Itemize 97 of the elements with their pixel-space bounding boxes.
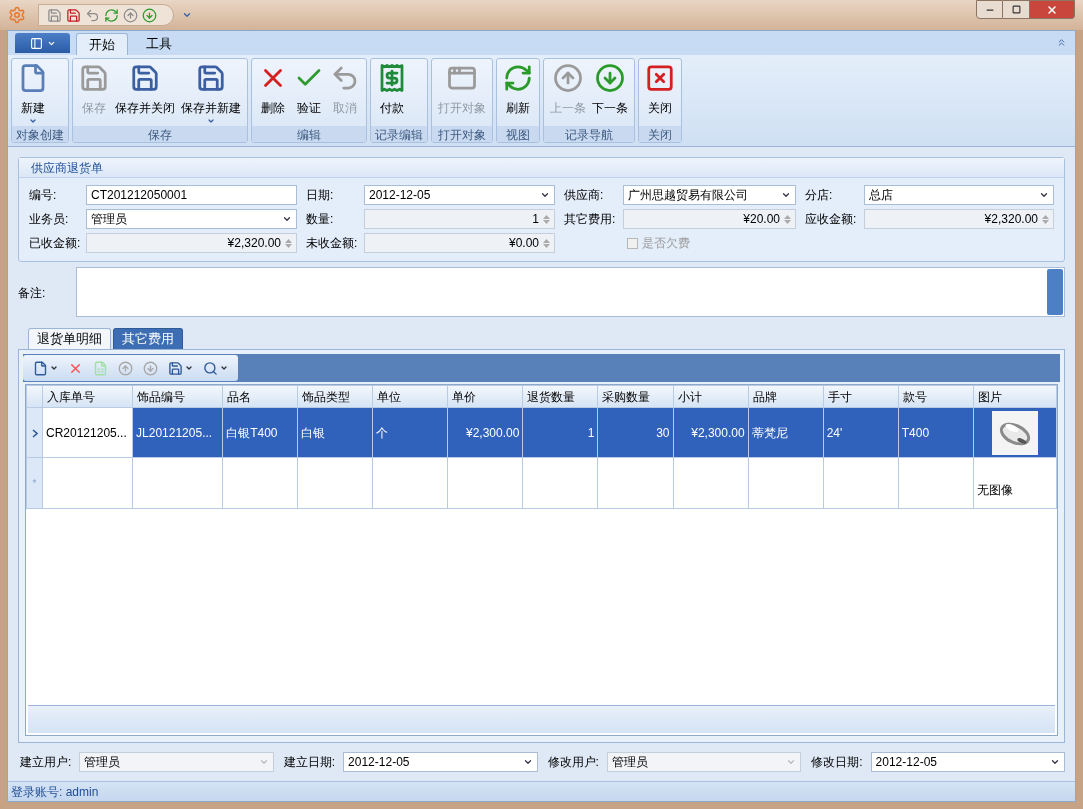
close-icon xyxy=(645,63,675,93)
table-cell: ¥2,300.00 xyxy=(466,425,520,440)
caret-icon xyxy=(207,117,215,125)
new-row-marker: * xyxy=(32,477,37,489)
ribbon-button[interactable]: 新建 xyxy=(15,59,51,126)
maximize-icon xyxy=(1011,5,1021,14)
ribbon-button[interactable]: 保存并新建 xyxy=(178,59,244,126)
caret-icon xyxy=(220,364,228,372)
column-header[interactable]: 品牌 xyxy=(748,385,824,408)
group-caption: 保存 xyxy=(73,126,247,142)
ribbon-button[interactable]: 下一条 xyxy=(589,59,631,126)
dropdown-field[interactable]: 2012-12-05 xyxy=(870,752,1065,772)
group-caption: 对象创建 xyxy=(12,126,68,142)
form-title: 供应商退货单 xyxy=(31,159,103,177)
app-logo-icon[interactable] xyxy=(8,6,26,24)
column-header[interactable]: 单价 xyxy=(447,385,523,408)
column-header[interactable]: 饰品类型 xyxy=(297,385,373,408)
field-label: 修改日期: xyxy=(811,754,863,771)
column-header[interactable]: 品名 xyxy=(222,385,298,408)
field-label: 数量: xyxy=(305,211,335,228)
checkbox-label: 是否欠费 xyxy=(642,235,690,252)
table-cell: 24' xyxy=(826,425,843,440)
table-cell: 白银 xyxy=(301,425,326,440)
field-label: 建立日期: xyxy=(283,754,336,771)
tab[interactable]: 其它费用 xyxy=(113,328,183,349)
table-cell: 蒂梵尼 xyxy=(751,425,788,440)
input-field[interactable]: 管理员 xyxy=(86,209,297,229)
panel-icon xyxy=(29,36,43,50)
minimize-button[interactable] xyxy=(976,0,1003,19)
column-header[interactable]: 款号 xyxy=(898,385,974,408)
table-cell: 无图像 xyxy=(976,483,1013,497)
scrollbar[interactable] xyxy=(1047,269,1063,315)
caret-icon xyxy=(185,364,193,372)
ribbon-button[interactable]: 付款 xyxy=(374,59,410,126)
input-field[interactable]: CT201212050001 xyxy=(86,185,297,205)
field-label: 其它费用: xyxy=(563,211,617,228)
column-header[interactable]: 退货数量 xyxy=(522,385,598,408)
table-cell: 30 xyxy=(656,425,670,440)
new-file-icon xyxy=(33,360,48,376)
ribbon-button[interactable]: 刷新 xyxy=(500,59,536,126)
field-label: 分店: xyxy=(804,187,834,204)
table-cell: 1 xyxy=(587,425,595,440)
input-field[interactable]: 2012-12-05 xyxy=(364,185,555,205)
search-icon xyxy=(203,360,218,376)
field-label: 已收金额: xyxy=(29,235,82,252)
refresh-icon xyxy=(503,63,533,93)
sheet-icon xyxy=(93,360,108,376)
ribbon-tab[interactable]: 开始 xyxy=(76,33,128,55)
field-label: 业务员: xyxy=(29,211,70,228)
table-cell: ¥2,300.00 xyxy=(691,425,745,440)
ribbon-button[interactable]: 删除 xyxy=(255,59,291,126)
table-cell: JL20121205... xyxy=(136,425,213,440)
collapse-ribbon-icon[interactable] xyxy=(1056,37,1067,48)
input-field[interactable]: 广州思越贸易有限公司 xyxy=(623,185,796,205)
caret-icon xyxy=(29,117,37,125)
field-label: 编号: xyxy=(29,187,58,204)
tab[interactable]: 退货单明细 xyxy=(28,328,111,349)
column-header[interactable]: 饰品编号 xyxy=(132,385,223,408)
dropdown-field[interactable]: 2012-12-05 xyxy=(343,752,538,772)
field-label: 供应商: xyxy=(563,187,605,204)
column-header[interactable]: 手寸 xyxy=(823,385,899,408)
status-text: 登录账号: admin xyxy=(11,783,99,801)
group-caption: 打开对象 xyxy=(432,126,492,142)
group-caption: 记录编辑 xyxy=(371,126,427,142)
memo-field[interactable] xyxy=(76,267,1065,317)
group-caption: 视图 xyxy=(497,126,539,142)
caret-icon xyxy=(50,364,58,372)
group-caption: 编辑 xyxy=(252,126,366,142)
close-button[interactable] xyxy=(1030,0,1075,19)
row-pointer-icon xyxy=(31,428,38,438)
column-header[interactable]: 图片 xyxy=(973,385,1057,408)
table-cell: T400 xyxy=(901,425,930,440)
table-cell: 个 xyxy=(376,425,389,440)
table-cell: CR20121205... xyxy=(46,425,127,440)
ribbon-tab[interactable]: 工具 xyxy=(134,33,184,55)
table-row[interactable]: CR20121205... JL20121205... 白银T400 白银 个 ¥2,300.00 1 30 ¥2,300.00 蒂梵尼 24' T400 xyxy=(26,407,1057,458)
table-cell: 白银T400 xyxy=(226,425,278,440)
field-label: 修改用户: xyxy=(547,754,599,771)
input-field[interactable]: 总店 xyxy=(864,185,1054,205)
column-header[interactable]: 入库单号 xyxy=(42,385,133,408)
field-label: 应收金额: xyxy=(804,211,858,228)
group-caption: 关闭 xyxy=(639,126,681,142)
column-header[interactable]: 单位 xyxy=(372,385,448,408)
field-label: 建立用户: xyxy=(20,754,72,771)
column-header[interactable]: 小计 xyxy=(673,385,749,408)
column-header[interactable]: 采购数量 xyxy=(597,385,674,408)
application-menu-button[interactable] xyxy=(15,33,70,53)
group-caption: 记录导航 xyxy=(544,126,634,142)
memo-label: 备注: xyxy=(18,285,47,302)
maximize-button[interactable] xyxy=(1003,0,1030,19)
ribbon-button[interactable]: 关闭 xyxy=(642,59,678,126)
ribbon-button[interactable]: 保存并关闭 xyxy=(112,59,178,126)
field-label: 未收金额: xyxy=(305,235,359,252)
ribbon-button[interactable]: 验证 xyxy=(291,59,327,126)
refresh-icon[interactable] xyxy=(104,7,119,23)
close-icon xyxy=(1046,3,1058,16)
field-label: 日期: xyxy=(305,187,335,204)
